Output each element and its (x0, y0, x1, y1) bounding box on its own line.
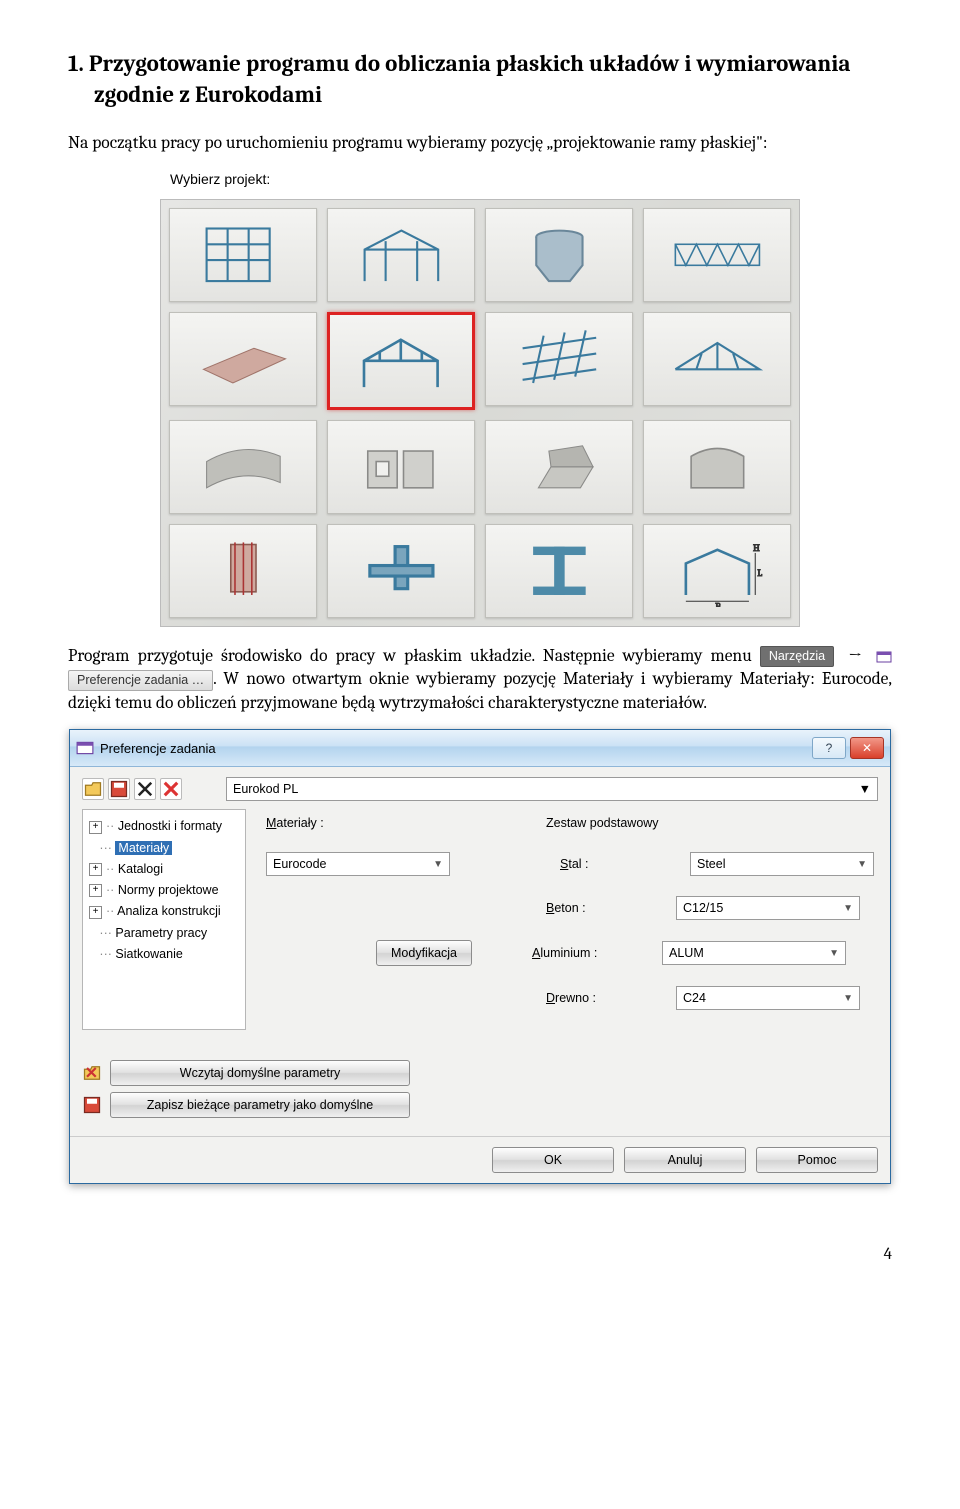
steel-value: Steel (697, 856, 726, 873)
materials-dropdown[interactable]: Eurocode ▼ (266, 852, 450, 876)
aluminium-value: ALUM (669, 945, 704, 962)
project-type-shell[interactable] (643, 420, 791, 514)
label-basic-set: Zestaw podstawowy (546, 815, 706, 832)
toolbar-delete-icon[interactable] (134, 778, 156, 800)
save-defaults-button[interactable]: Zapisz bieżące parametry jako domyślne (110, 1092, 410, 1118)
svg-text:B: B (715, 602, 721, 608)
load-defaults-button[interactable]: Wczytaj domyślne parametry (110, 1060, 410, 1086)
ok-button[interactable]: OK (492, 1147, 614, 1173)
label-steel: Stal : (560, 856, 690, 873)
norm-set-dropdown[interactable]: Eurokod PL ▼ (226, 777, 878, 801)
project-type-curved-wall[interactable] (169, 420, 317, 514)
save-defaults-icon (82, 1095, 102, 1115)
preferences-tree[interactable]: +·· Jednostki i formaty ··· Materiały +·… (82, 809, 246, 1030)
project-type-slab[interactable] (169, 312, 317, 406)
menu-tools-chip: Narzędzia (760, 646, 834, 667)
load-defaults-icon (82, 1063, 102, 1083)
project-type-silo[interactable] (485, 208, 633, 302)
intro-paragraph: Na początku pracy po uruchomieniu progra… (68, 132, 892, 156)
preferences-main-pane: Materiały : Zestaw podstawowy Eurocode▼ … (256, 809, 878, 1030)
project-type-truss-2d[interactable] (643, 312, 791, 406)
section-heading: 1. Przygotowanie programu do obliczania … (68, 48, 892, 110)
dialog-title: Preferencje zadania (100, 740, 812, 758)
tree-node-materials[interactable]: ··· Materiały (89, 838, 239, 859)
project-type-building[interactable] (169, 208, 317, 302)
project-type-walls[interactable] (327, 420, 475, 514)
label-aluminium: Aluminium : (532, 945, 662, 962)
project-type-section-i[interactable] (485, 524, 633, 618)
chevron-down-icon: ▼ (843, 902, 853, 916)
dialog-footer: OK Anuluj Pomoc (70, 1136, 890, 1183)
modify-button[interactable]: Modyfikacja (376, 940, 472, 966)
preferences-dialog: Preferencje zadania ? ✕ Eurokod PL ▼ +··… (69, 729, 891, 1184)
dialog-close-button[interactable]: ✕ (850, 737, 884, 759)
tree-node-catalogs[interactable]: +·· Katalogi (89, 859, 239, 880)
project-type-connection[interactable] (327, 524, 475, 618)
dialog-left-footer: Wczytaj domyślne parametry Zapisz bieżąc… (82, 1060, 878, 1118)
tree-node-meshing[interactable]: ··· Siatkowanie (89, 944, 239, 965)
project-type-grillage[interactable] (485, 312, 633, 406)
chevron-down-icon: ▼ (843, 992, 853, 1006)
label-concrete: Beton : (546, 900, 676, 917)
concrete-value: C12/15 (683, 900, 723, 917)
page-number: 4 (68, 1244, 892, 1267)
wood-dropdown[interactable]: C24 ▼ (676, 986, 860, 1010)
wood-value: C24 (683, 990, 706, 1007)
menu-prefs-chip: Preferencje zadania … (68, 670, 213, 691)
tree-node-work-params[interactable]: ··· Parametry pracy (89, 923, 239, 944)
dialog-toolbar: Eurokod PL ▼ (82, 777, 878, 801)
norm-set-value: Eurokod PL (233, 781, 298, 798)
chevron-down-icon: ▼ (859, 781, 871, 798)
concrete-dropdown[interactable]: C12/15 ▼ (676, 896, 860, 920)
project-type-rc-column[interactable] (169, 524, 317, 618)
mid-paragraph: Program przygotuje środowisko do pracy w… (68, 645, 892, 716)
tree-node-design-codes[interactable]: +·· Normy projektowe (89, 880, 239, 901)
dialog-title-icon (76, 739, 94, 757)
svg-text:H: H (753, 543, 760, 554)
tree-node-analysis[interactable]: +·· Analiza konstrukcji (89, 901, 239, 922)
label-materials: Materiały : (266, 815, 396, 832)
chevron-down-icon: ▼ (857, 858, 867, 872)
project-type-frame-2d-selected[interactable] (327, 312, 475, 410)
project-chooser-label: Wybierz projekt: (170, 170, 800, 189)
tree-node-units[interactable]: +·· Jednostki i formaty (89, 816, 239, 837)
project-type-grid: L B H (160, 199, 800, 627)
project-type-solid[interactable] (485, 420, 633, 514)
dialog-help-button[interactable]: ? (812, 737, 846, 759)
cancel-button[interactable]: Anuluj (624, 1147, 746, 1173)
prefs-icon (876, 649, 892, 665)
project-type-hall[interactable] (327, 208, 475, 302)
chevron-down-icon: ▼ (829, 947, 839, 961)
toolbar-reset-icon[interactable] (160, 778, 182, 800)
dialog-titlebar: Preferencje zadania ? ✕ (70, 730, 890, 767)
project-type-truss-3d[interactable] (643, 208, 791, 302)
label-wood: Drewno : (546, 990, 676, 1007)
aluminium-dropdown[interactable]: ALUM ▼ (662, 941, 846, 965)
materials-value: Eurocode (273, 856, 327, 873)
mid-text-a: Program przygotuje środowisko do pracy w… (68, 646, 752, 666)
project-chooser-figure: Wybierz projekt: (160, 170, 800, 627)
toolbar-open-icon[interactable] (82, 778, 104, 800)
chevron-down-icon: ▼ (433, 858, 443, 872)
arrow-glyph: → (848, 646, 862, 666)
toolbar-save-icon[interactable] (108, 778, 130, 800)
project-type-portal-params[interactable]: L B H (643, 524, 791, 618)
help-button[interactable]: Pomoc (756, 1147, 878, 1173)
steel-dropdown[interactable]: Steel ▼ (690, 852, 874, 876)
svg-text:L: L (757, 568, 762, 579)
